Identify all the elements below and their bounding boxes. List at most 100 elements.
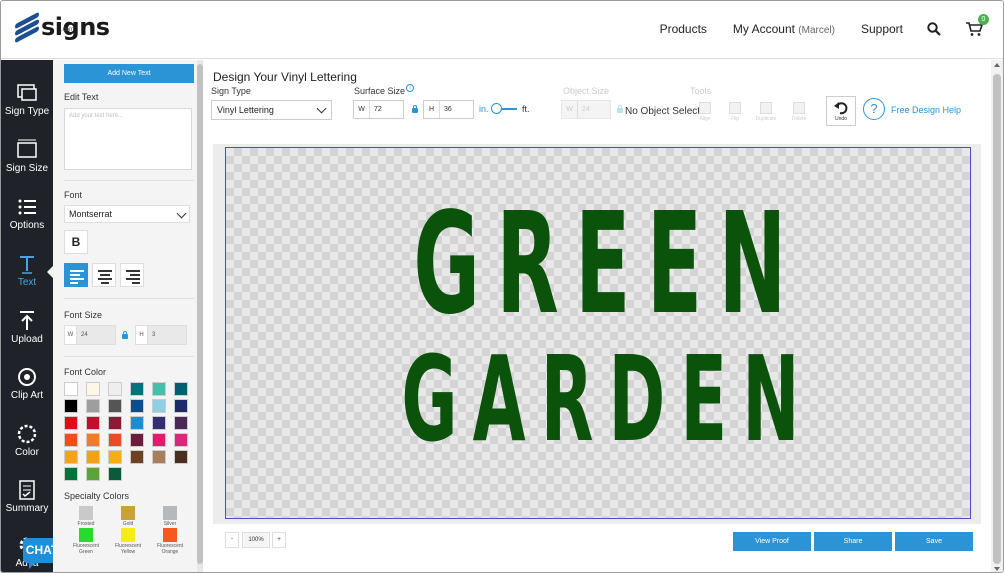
surface-height-field[interactable]: H 36 bbox=[423, 100, 474, 119]
color-swatch[interactable] bbox=[64, 467, 78, 481]
design-canvas[interactable]: GREEN GARDEN bbox=[225, 147, 971, 519]
specialty-color-swatch[interactable]: Fluorescent Orange bbox=[154, 528, 186, 555]
font-size-width-value: 24 bbox=[81, 332, 88, 338]
add-new-text-button[interactable]: Add New Text bbox=[64, 64, 194, 83]
specialty-color-swatch[interactable]: Fluorescent Green bbox=[70, 528, 102, 555]
bold-button[interactable]: B bbox=[64, 230, 88, 254]
color-swatch[interactable] bbox=[152, 382, 166, 396]
align-left-button[interactable] bbox=[64, 263, 88, 287]
color-swatch[interactable] bbox=[108, 450, 122, 464]
rail-sign-size[interactable]: Sign Size bbox=[1, 133, 53, 189]
color-swatch[interactable] bbox=[64, 433, 78, 447]
color-swatch[interactable] bbox=[64, 450, 78, 464]
duplicate-icon bbox=[760, 102, 772, 114]
info-icon[interactable]: i bbox=[406, 84, 414, 92]
color-swatch[interactable] bbox=[86, 382, 100, 396]
specialty-swatch-label: Gold bbox=[122, 521, 134, 527]
color-swatch[interactable] bbox=[130, 382, 144, 396]
tool-flip[interactable]: Flip bbox=[723, 102, 747, 122]
rail-summary[interactable]: Summary bbox=[1, 473, 53, 529]
color-swatch[interactable] bbox=[108, 416, 122, 430]
rail-options[interactable]: Options bbox=[1, 190, 53, 246]
scroll-up-icon[interactable] bbox=[994, 63, 1000, 67]
logo-mark-icon bbox=[15, 11, 39, 44]
rail-clip-art[interactable]: Clip Art bbox=[1, 360, 53, 416]
nav-account[interactable]: My Account (Marcel) bbox=[733, 22, 835, 36]
rail-label: Clip Art bbox=[10, 390, 44, 401]
share-button[interactable]: Share bbox=[814, 532, 892, 551]
nav-products[interactable]: Products bbox=[660, 22, 707, 36]
color-swatch[interactable] bbox=[64, 382, 78, 396]
color-swatch[interactable] bbox=[108, 399, 122, 413]
canvas-text-line-1[interactable]: GREEN bbox=[392, 190, 824, 340]
lock-icon[interactable] bbox=[122, 331, 128, 339]
page-scrollbar[interactable] bbox=[991, 60, 1003, 572]
unit-inches[interactable]: in. bbox=[479, 104, 489, 114]
specialty-color-swatch[interactable]: Silver bbox=[154, 506, 186, 527]
tool-align[interactable]: Align bbox=[693, 102, 717, 122]
font-select[interactable]: Montserrat bbox=[64, 205, 190, 223]
edit-text-input[interactable]: Add your text here... bbox=[64, 108, 192, 170]
color-swatch[interactable] bbox=[152, 433, 166, 447]
surface-width-field[interactable]: W 72 bbox=[353, 100, 404, 119]
color-swatch[interactable] bbox=[130, 399, 144, 413]
font-color-label: Font Color bbox=[64, 367, 107, 377]
specialty-color-swatch[interactable]: Gold bbox=[112, 506, 144, 527]
color-swatch[interactable] bbox=[174, 433, 188, 447]
color-swatch[interactable] bbox=[86, 450, 100, 464]
nav-account-user: (Marcel) bbox=[798, 25, 835, 36]
nav-support[interactable]: Support bbox=[861, 22, 903, 36]
color-swatch[interactable] bbox=[64, 399, 78, 413]
page-scroll-thumb[interactable] bbox=[993, 74, 1001, 564]
unit-feet[interactable]: ft. bbox=[522, 104, 530, 114]
cart-icon[interactable]: 0 bbox=[965, 14, 989, 37]
color-swatch[interactable] bbox=[152, 399, 166, 413]
help-icon[interactable]: ? bbox=[863, 98, 885, 120]
align-right-button[interactable] bbox=[120, 263, 144, 287]
zoom-out-button[interactable]: - bbox=[225, 532, 239, 548]
color-swatch[interactable] bbox=[130, 450, 144, 464]
color-swatch[interactable] bbox=[130, 416, 144, 430]
specialty-color-swatch[interactable]: Fluorescent Yellow bbox=[112, 528, 144, 555]
tool-delete[interactable]: Delete bbox=[787, 102, 811, 122]
app-frame: signs .com Products My Account (Marcel) … bbox=[0, 0, 1004, 573]
font-size-height-field[interactable]: H 3 bbox=[135, 325, 187, 345]
free-design-help-link[interactable]: Free Design Help bbox=[891, 105, 961, 115]
chevron-down-icon bbox=[316, 103, 327, 114]
color-swatch[interactable] bbox=[86, 433, 100, 447]
color-swatch[interactable] bbox=[152, 416, 166, 430]
color-swatch[interactable] bbox=[152, 450, 166, 464]
color-swatch[interactable] bbox=[108, 467, 122, 481]
tool-duplicate[interactable]: Duplicate bbox=[754, 102, 778, 122]
color-swatch[interactable] bbox=[64, 416, 78, 430]
object-width-field[interactable]: W 24 bbox=[561, 100, 611, 119]
color-swatch[interactable] bbox=[130, 433, 144, 447]
color-swatch[interactable] bbox=[174, 382, 188, 396]
sign-type-select[interactable]: Vinyl Lettering bbox=[211, 100, 332, 120]
color-swatch[interactable] bbox=[86, 416, 100, 430]
color-swatch[interactable] bbox=[86, 467, 100, 481]
rail-color[interactable]: Color bbox=[1, 417, 53, 473]
color-swatch[interactable] bbox=[86, 399, 100, 413]
search-icon[interactable] bbox=[927, 22, 941, 36]
unit-toggle[interactable] bbox=[491, 103, 517, 114]
undo-button[interactable]: Undo bbox=[826, 96, 856, 126]
rail-label: Color bbox=[15, 447, 39, 458]
color-swatch[interactable] bbox=[174, 399, 188, 413]
canvas-text-line-2[interactable]: GARDEN bbox=[392, 340, 824, 458]
rail-sign-type[interactable]: Sign Type bbox=[1, 76, 53, 132]
align-center-button[interactable] bbox=[92, 263, 116, 287]
lock-icon[interactable] bbox=[412, 105, 418, 113]
color-swatch[interactable] bbox=[108, 382, 122, 396]
rail-text[interactable]: Text bbox=[1, 247, 54, 303]
scroll-down-icon[interactable] bbox=[994, 567, 1000, 571]
save-button[interactable]: Save bbox=[895, 532, 973, 551]
color-swatch[interactable] bbox=[174, 450, 188, 464]
color-swatch[interactable] bbox=[108, 433, 122, 447]
font-size-width-field[interactable]: W 24 bbox=[64, 325, 116, 345]
view-proof-button[interactable]: View Proof bbox=[733, 532, 811, 551]
color-swatch[interactable] bbox=[174, 416, 188, 430]
zoom-in-button[interactable]: + bbox=[272, 532, 286, 548]
specialty-color-swatch[interactable]: Frosted bbox=[70, 506, 102, 527]
rail-upload[interactable]: Upload bbox=[1, 304, 53, 360]
